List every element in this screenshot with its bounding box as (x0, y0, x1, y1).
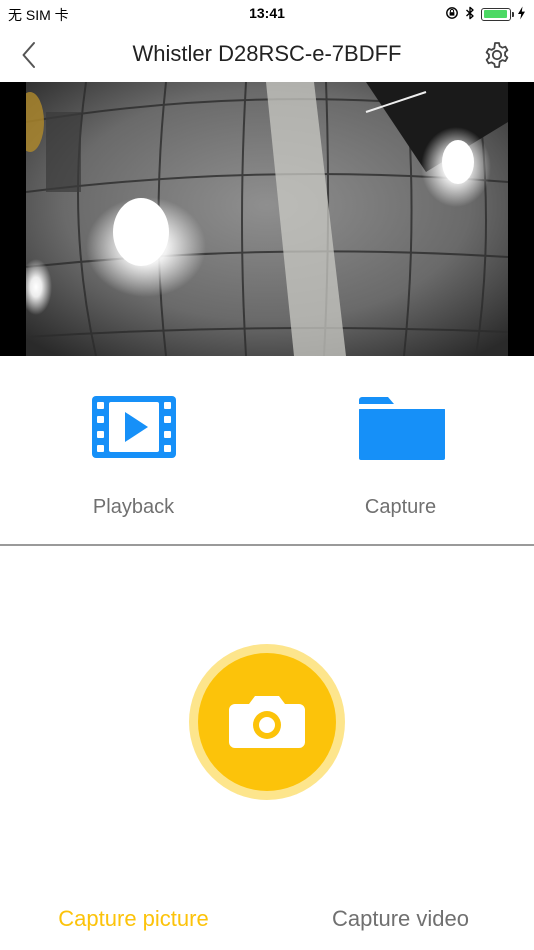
back-button[interactable] (14, 38, 44, 72)
status-bar: 无 SIM 卡 13:41 (0, 0, 534, 28)
battery-level (483, 10, 507, 18)
capture-mode-tabs: Capture picture Capture video (0, 906, 534, 946)
folder-icon (358, 397, 445, 460)
camera-icon (229, 696, 305, 748)
live-video-feed (26, 82, 508, 356)
tab-capture-picture[interactable]: Capture picture (0, 906, 267, 932)
shutter-button[interactable] (189, 644, 345, 800)
video-file-icon (91, 396, 176, 458)
page-title: Whistler D28RSC-e-7BDFF (132, 41, 402, 66)
orientation-lock-icon (445, 6, 459, 23)
charging-icon (517, 6, 526, 23)
battery-icon (481, 7, 514, 21)
chevron-left-icon (22, 42, 35, 68)
playback-label: Playback (92, 496, 175, 518)
bluetooth-icon (465, 6, 475, 23)
tab-capture-video[interactable]: Capture video (267, 906, 534, 932)
playback-button[interactable]: Playback (0, 356, 267, 545)
capture-folder-button[interactable]: Capture (267, 356, 534, 545)
camera-preview[interactable] (0, 82, 534, 356)
capture-label: Capture (364, 496, 437, 518)
function-row: Playback Capture (0, 356, 534, 545)
gear-icon (485, 42, 509, 68)
navigation-bar: Whistler D28RSC-e-7BDFF (0, 28, 534, 82)
section-divider (0, 544, 534, 546)
status-icons (445, 4, 526, 24)
app-screen: 无 SIM 卡 13:41 Whistler D28RSC-e-7BDFF Pl… (0, 0, 534, 950)
settings-button[interactable] (482, 40, 512, 70)
